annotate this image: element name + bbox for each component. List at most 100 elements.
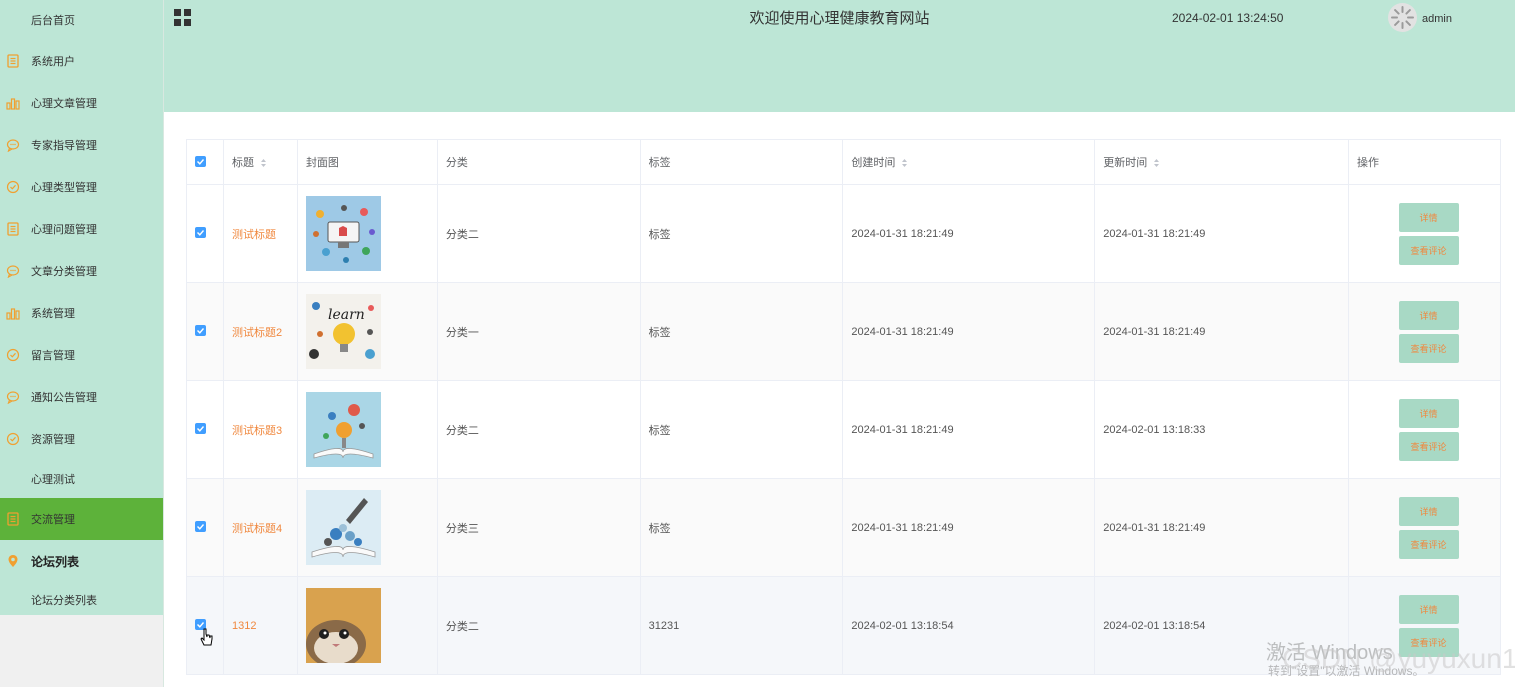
document-icon [6, 54, 20, 68]
row-tag: 标签 [640, 184, 844, 283]
row-title-link[interactable]: 测试标题2 [232, 327, 282, 339]
sidebar-item-psych-problems[interactable]: 心理问题管理 [0, 208, 163, 250]
row-actions: 详情 查看评论 [1357, 202, 1500, 265]
sidebar-item-label: 后台首页 [31, 15, 75, 27]
sidebar-item-label: 交流管理 [31, 514, 75, 526]
row-tag: 标签 [640, 282, 844, 381]
detail-button[interactable]: 详情 [1398, 496, 1459, 526]
row-created: 2024-01-31 18:21:49 [842, 478, 1096, 577]
detail-button[interactable]: 详情 [1398, 202, 1459, 232]
sidebar-item-communication[interactable]: 交流管理 [0, 498, 163, 540]
row-title-link[interactable]: 1312 [232, 620, 256, 632]
select-all-checkbox[interactable] [195, 155, 206, 167]
cover-image [305, 392, 381, 467]
row-checkbox[interactable] [195, 423, 206, 434]
row-category: 分类二 [437, 184, 641, 283]
sort-icon[interactable] [901, 158, 908, 168]
row-updated: 2024-02-01 13:18:33 [1094, 380, 1350, 479]
sidebar-item-psych-types[interactable]: 心理类型管理 [0, 166, 163, 208]
view-comments-button[interactable]: 查看评论 [1398, 431, 1459, 461]
row-checkbox[interactable] [195, 325, 206, 336]
row-tag: 31231 [640, 576, 844, 675]
sidebar-item-forum-categories[interactable]: 论坛分类列表 [0, 582, 163, 618]
column-header-cover: 封面图 [297, 139, 438, 185]
sidebar-item-system[interactable]: 系统管理 [0, 292, 163, 334]
sidebar-item-label: 专家指导管理 [31, 140, 97, 152]
sidebar-item-label: 心理文章管理 [31, 98, 97, 110]
table-row: 测试标题3 分类二 标签 2024-01-31 18:21:49 2024-02… [186, 380, 1501, 479]
sidebar-item-psych-test[interactable]: 心理测试 [0, 460, 163, 498]
view-comments-button[interactable]: 查看评论 [1398, 235, 1459, 265]
sidebar-item-experts[interactable]: 专家指导管理 [0, 124, 163, 166]
sidebar-item-label: 留言管理 [31, 350, 75, 362]
row-title-link[interactable]: 测试标题3 [232, 425, 282, 437]
sidebar-item-articles[interactable]: 心理文章管理 [0, 82, 163, 124]
row-select-cell[interactable] [186, 478, 224, 577]
current-datetime: 2024-02-01 13:24:50 [1172, 11, 1284, 25]
chat-icon [6, 390, 20, 404]
svg-text:learn: learn [328, 307, 365, 323]
select-all-cell[interactable] [186, 139, 224, 185]
table-row: 测试标题2 learn 分类一 标签 2024-01-31 18:21:49 2… [186, 282, 1501, 381]
site-title: 欢迎使用心理健康教育网站 [749, 10, 930, 27]
row-category: 分类一 [437, 282, 641, 381]
sidebar-item-label: 论坛列表 [31, 554, 80, 569]
row-created: 2024-01-31 18:21:49 [842, 380, 1096, 479]
sidebar-item-forum-list[interactable]: 论坛列表 [0, 540, 163, 582]
bar-chart-icon [6, 96, 20, 110]
sidebar-item-label: 心理测试 [31, 474, 75, 486]
row-category: 分类二 [437, 380, 641, 479]
check-circle-icon [6, 348, 20, 362]
sort-icon[interactable] [260, 158, 267, 168]
sidebar-item-label: 系统用户 [31, 56, 75, 68]
sidebar-item-article-categories[interactable]: 文章分类管理 [0, 250, 163, 292]
row-select-cell[interactable] [186, 576, 224, 675]
sidebar-item-home[interactable]: 后台首页 [0, 0, 163, 40]
cover-image [305, 490, 381, 565]
sidebar-item-messages[interactable]: 留言管理 [0, 334, 163, 376]
detail-button[interactable]: 详情 [1398, 594, 1459, 624]
sidebar: 后台首页 系统用户 心理文章管理 专家指导管理 心理类型管理 心理问题管理 文章… [0, 0, 164, 687]
csdn-watermark: CSDN @yuyuxun1 [1282, 643, 1515, 674]
row-actions: 详情 查看评论 [1357, 300, 1500, 363]
sidebar-item-label: 文章分类管理 [31, 266, 97, 278]
row-select-cell[interactable] [186, 184, 224, 283]
sidebar-item-resources[interactable]: 资源管理 [0, 418, 163, 460]
avatar[interactable] [1388, 3, 1417, 32]
detail-button[interactable]: 详情 [1398, 300, 1459, 330]
sidebar-item-label: 心理问题管理 [31, 224, 97, 236]
cover-image: learn [305, 294, 381, 369]
sidebar-item-system-users[interactable]: 系统用户 [0, 40, 163, 82]
row-select-cell[interactable] [186, 282, 224, 381]
location-pin-icon [6, 554, 20, 568]
mouse-cursor-icon [200, 628, 213, 646]
row-updated: 2024-01-31 18:21:49 [1094, 184, 1350, 283]
row-checkbox[interactable] [195, 227, 206, 238]
column-header-title[interactable]: 标题 [223, 139, 298, 185]
main-content: 标题 封面图 分类 标签 创建时间 更新时间 操作 测试标题 分类二 标签 20… [170, 112, 1515, 687]
column-header-created[interactable]: 创建时间 [842, 139, 1096, 185]
row-title-link[interactable]: 测试标题4 [232, 523, 282, 535]
view-comments-button[interactable]: 查看评论 [1398, 333, 1459, 363]
cover-image [305, 588, 381, 663]
top-header: 欢迎使用心理健康教育网站 2024-02-01 13:24:50 admin [164, 0, 1515, 112]
row-updated: 2024-01-31 18:21:49 [1094, 282, 1350, 381]
row-checkbox[interactable] [195, 521, 206, 532]
row-actions: 详情 查看评论 [1357, 398, 1500, 461]
view-comments-button[interactable]: 查看评论 [1398, 529, 1459, 559]
row-select-cell[interactable] [186, 380, 224, 479]
cover-image [305, 196, 381, 271]
row-actions: 详情 查看评论 [1357, 496, 1500, 559]
sort-icon[interactable] [1153, 158, 1160, 168]
bar-chart-icon [6, 306, 20, 320]
column-header-updated[interactable]: 更新时间 [1094, 139, 1350, 185]
row-title-link[interactable]: 测试标题 [232, 229, 276, 241]
sidebar-item-notices[interactable]: 通知公告管理 [0, 376, 163, 418]
sidebar-menu: 后台首页 系统用户 心理文章管理 专家指导管理 心理类型管理 心理问题管理 文章… [0, 0, 163, 615]
sidebar-item-label: 资源管理 [31, 434, 75, 446]
detail-button[interactable]: 详情 [1398, 398, 1459, 428]
username[interactable]: admin [1422, 13, 1452, 25]
document-icon [6, 512, 20, 526]
row-category: 分类二 [437, 576, 641, 675]
table-row: 测试标题 分类二 标签 2024-01-31 18:21:49 2024-01-… [186, 184, 1501, 283]
